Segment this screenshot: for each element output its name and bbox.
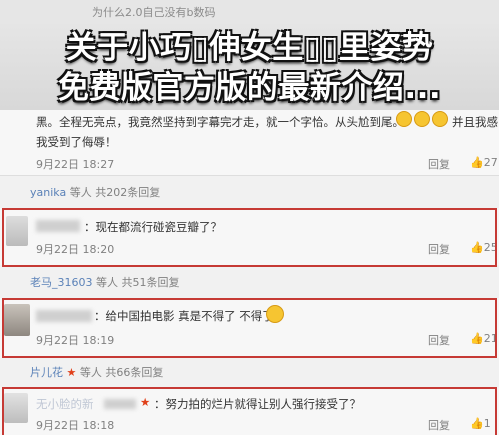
sub-reply-info: 等人 共51条回复	[96, 276, 180, 289]
screenshot-page: 黑。全程无亮点，我竟然坚持到字幕完才走，就一个字恰。从头尬到尾。 并且我感 我受…	[0, 0, 499, 435]
comment-text-line2: 我受到了侮辱！	[36, 135, 117, 149]
highlight-box	[2, 387, 497, 435]
comment-date: 9月22日 18:27	[36, 158, 115, 171]
overlay-title-line-1: 关于小巧▯伸女生▯▯里姿势	[65, 30, 434, 66]
sub-reply-bar[interactable]: 老马_31603 等人 共51条回复	[30, 274, 499, 290]
emoji-icon	[414, 111, 430, 127]
emoji-icon	[396, 111, 412, 127]
thumb-up-icon: 👍	[470, 156, 484, 169]
sub-reply-user[interactable]: 老马_31603	[30, 276, 93, 289]
highlight-box	[2, 208, 497, 267]
star-icon: ★	[66, 366, 77, 379]
emoji-icon	[432, 111, 448, 127]
highlight-box	[2, 298, 497, 358]
sub-reply-info: 等人 共202条回复	[69, 186, 161, 199]
like-count: 27	[483, 156, 498, 169]
sub-reply-bar[interactable]: 片儿花 ★ 等人 共66条回复	[30, 364, 499, 380]
comment-1: 黑。全程无亮点，我竟然坚持到字幕完才走，就一个字恰。从头尬到尾。 并且我感 我受…	[0, 100, 499, 175]
comment-text-line1: 黑。全程无亮点，我竟然坚持到字幕完才走，就一个字恰。从头尬到尾。	[36, 115, 404, 129]
reply-button[interactable]: 回复	[428, 156, 450, 172]
comment-text-tail: 并且我感	[452, 115, 498, 129]
title-banner: 为什么2.0自己没有b数码 关于小巧▯伸女生▯▯里姿势 免费版官方版的最新介绍.…	[0, 0, 499, 110]
sub-reply-info: 等人 共66条回复	[79, 366, 164, 379]
like-button[interactable]: 👍27	[470, 156, 498, 169]
sub-reply-user[interactable]: 片儿花	[30, 366, 63, 379]
top-hint-bar: 为什么2.0自己没有b数码	[0, 0, 499, 24]
sub-reply-user[interactable]: yanika	[30, 186, 66, 199]
top-hint-text: 为什么2.0自己没有b数码	[92, 6, 216, 19]
divider	[0, 175, 499, 176]
overlay-title-line-2: 免费版官方版的最新介绍...	[57, 70, 442, 106]
sub-reply-bar[interactable]: yanika 等人 共202条回复	[30, 184, 499, 200]
